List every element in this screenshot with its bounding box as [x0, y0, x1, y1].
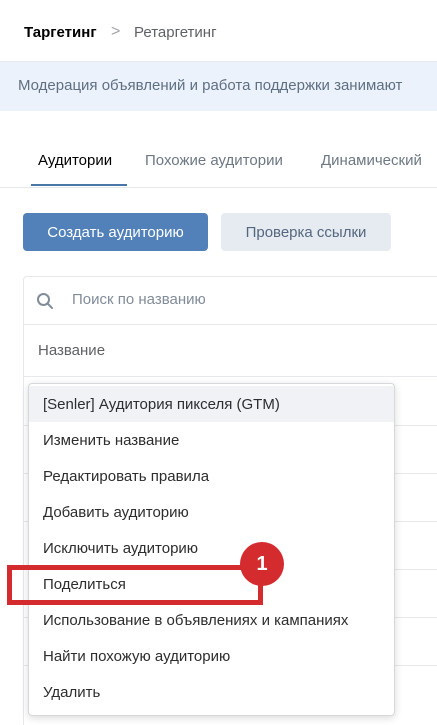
menu-item-add-audience[interactable]: Добавить аудиторию	[29, 494, 394, 530]
tab-similar-audiences[interactable]: Похожие аудитории	[145, 152, 283, 169]
menu-item-audience-title[interactable]: [Senler] Аудитория пикселя (GTM)	[29, 386, 394, 422]
create-audience-button[interactable]: Создать аудиторию	[23, 213, 208, 251]
table-header: Название	[24, 325, 437, 377]
menu-item-delete[interactable]: Удалить	[29, 674, 394, 710]
breadcrumb: Таргетинг > Ретаргетинг	[0, 0, 437, 62]
search-input[interactable]	[72, 291, 412, 308]
menu-item-find-similar[interactable]: Найти похожую аудиторию	[29, 638, 394, 674]
menu-item-edit-rules[interactable]: Редактировать правила	[29, 458, 394, 494]
notice-text: Модерация объявлений и работа поддержки …	[18, 77, 403, 94]
annotation-badge: 1	[240, 542, 284, 586]
column-header-name[interactable]: Название	[38, 342, 105, 359]
check-link-button[interactable]: Проверка ссылки	[221, 213, 391, 251]
annotation-highlight-box	[7, 565, 263, 605]
tabs: Аудитории Похожие аудитории Динамический	[0, 138, 437, 188]
breadcrumb-item-targeting[interactable]: Таргетинг	[24, 24, 97, 41]
breadcrumb-item-retargeting[interactable]: Ретаргетинг	[134, 24, 217, 41]
notice-banner: Модерация объявлений и работа поддержки …	[0, 62, 437, 111]
menu-item-exclude-audience[interactable]: Исключить аудиторию	[29, 530, 394, 566]
tab-audiences[interactable]: Аудитории	[38, 152, 112, 169]
menu-item-usage[interactable]: Использование в объявлениях и кампаниях	[29, 602, 394, 638]
search-icon	[37, 293, 53, 309]
tab-dynamic[interactable]: Динамический	[321, 152, 422, 169]
menu-item-rename[interactable]: Изменить название	[29, 422, 394, 458]
chevron-right-icon: >	[111, 23, 121, 40]
context-menu: [Senler] Аудитория пикселя (GTM) Изменит…	[28, 383, 395, 716]
search-row	[24, 277, 437, 325]
active-tab-indicator	[31, 184, 127, 186]
